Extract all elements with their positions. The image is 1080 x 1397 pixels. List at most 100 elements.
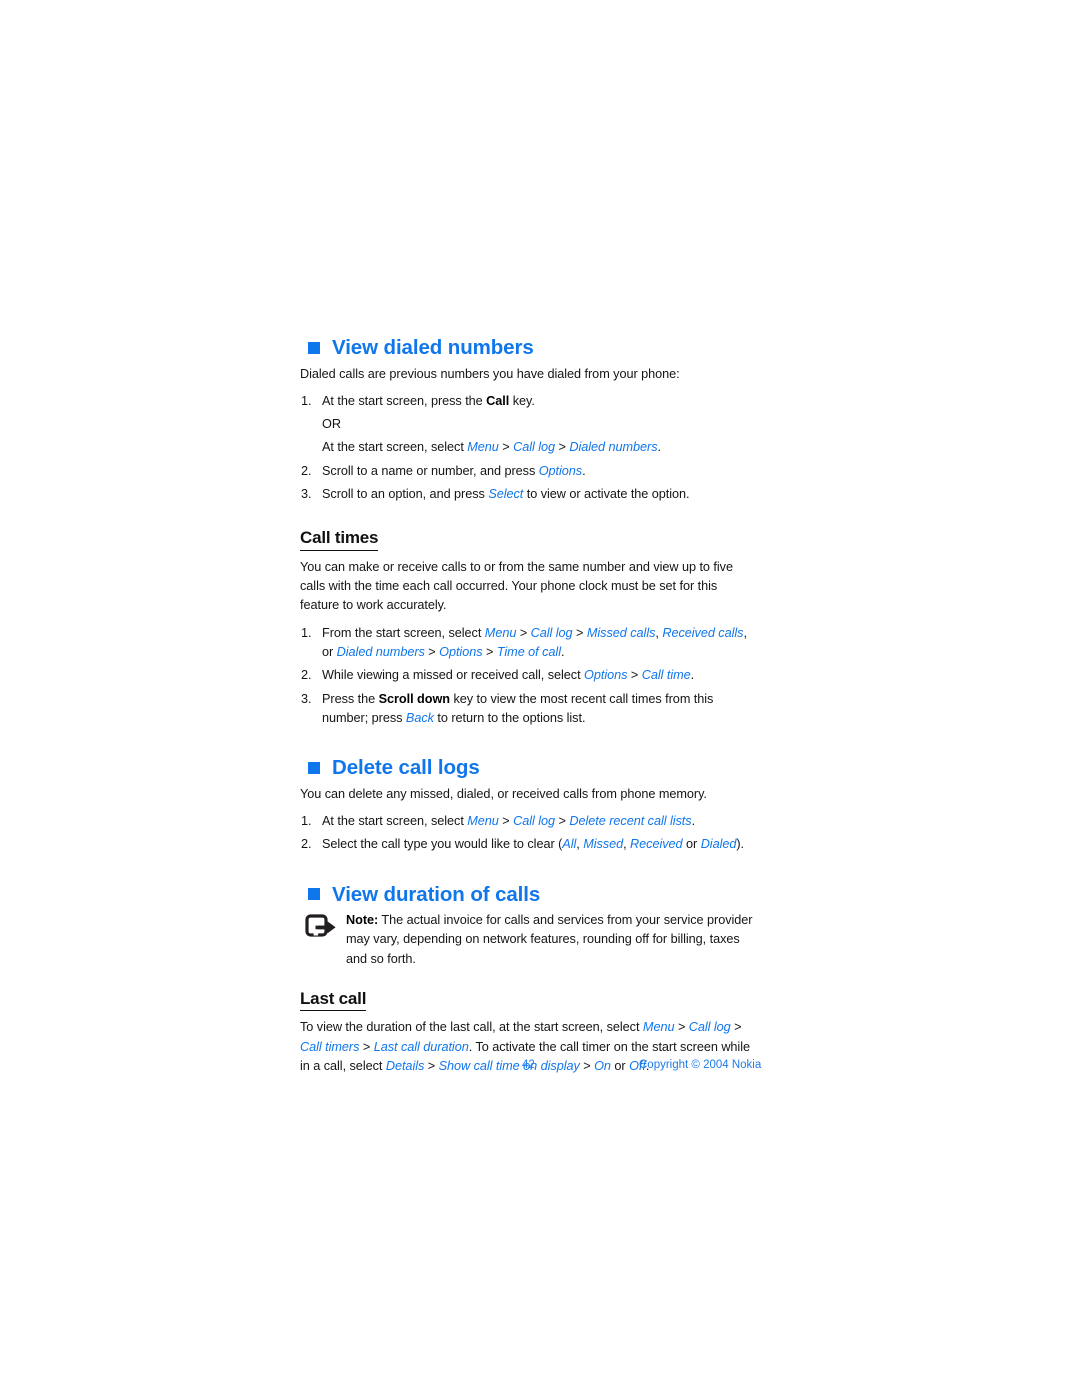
square-bullet-icon	[308, 888, 320, 901]
list-item: At the start screen, press the Call key.…	[300, 392, 758, 458]
step-text: While viewing a missed or received call,…	[322, 668, 585, 683]
step-text-tail: .	[582, 463, 586, 478]
menu-token: Back	[405, 710, 434, 725]
path-separator: >	[516, 625, 531, 640]
step-text-tail: to return to the options list.	[433, 710, 586, 725]
list-item: Scroll to a name or number, and press Op…	[300, 462, 758, 482]
step-text: At the start screen, select	[322, 440, 468, 455]
menu-token: Call time	[641, 668, 691, 683]
path-separator: >	[555, 813, 570, 828]
step-text: At the start screen, select	[322, 813, 468, 828]
section-heading-delete-call-logs: Delete call logs	[300, 756, 758, 780]
menu-token: Delete recent call lists	[569, 813, 692, 828]
section-heading-label: Delete call logs	[332, 756, 480, 780]
menu-token: Dialed	[700, 837, 737, 852]
copyright-notice: Copyright © 2004 Nokia	[639, 1059, 762, 1071]
list-item: Select the call type you would like to c…	[300, 835, 758, 855]
path-separator: >	[498, 440, 514, 455]
menu-token: Missed calls	[586, 625, 656, 640]
subsection-call-times: Call times You can make or receive calls…	[300, 528, 758, 728]
step-text: At the start screen, press the	[322, 393, 487, 408]
step-text: Select the call type you would like to c…	[322, 837, 563, 852]
intro-paragraph-call-times: You can make or receive calls to or from…	[300, 559, 733, 613]
step-text-tail: ).	[736, 837, 745, 852]
menu-token: Dialed numbers	[569, 440, 658, 455]
step-text: Scroll to a name or number, and press	[322, 463, 539, 478]
subsection-heading-call-times: Call times	[300, 528, 379, 551]
list-item: Press the Scroll down key to view the mo…	[300, 690, 758, 729]
intro-paragraph-delete-call-logs: You can delete any missed, dialed, or re…	[300, 786, 707, 801]
square-bullet-icon	[308, 761, 320, 774]
path-separator: >	[627, 668, 642, 683]
list-separator: ,	[623, 837, 631, 852]
alternate-path: At the start screen, select Menu > Call …	[322, 438, 758, 457]
steps-list-call-times: From the start screen, select Menu > Cal…	[300, 624, 758, 728]
document-page: View dialed numbers Dialed calls are pre…	[0, 0, 1080, 1397]
menu-token: Received calls	[662, 625, 744, 640]
list-item: From the start screen, select Menu > Cal…	[300, 624, 758, 663]
menu-token: Call log	[513, 813, 556, 828]
list-item: While viewing a missed or received call,…	[300, 666, 758, 686]
section-heading-label: View duration of calls	[332, 882, 541, 906]
step-text-tail: key.	[509, 393, 535, 408]
note-body-text: The actual invoice for calls and service…	[346, 913, 753, 966]
menu-token: Options	[439, 644, 483, 659]
key-label: Call	[486, 393, 510, 408]
menu-token: Menu	[467, 813, 499, 828]
path-separator: >	[482, 644, 497, 659]
page-footer: 42 Copyright © 2004 Nokia	[300, 1059, 770, 1079]
path-separator: >	[555, 440, 570, 455]
path-separator: >	[498, 813, 514, 828]
list-item: Scroll to an option, and press Select to…	[300, 485, 758, 505]
section-heading-view-dialed-numbers: View dialed numbers	[300, 336, 758, 360]
note-label: Note:	[346, 913, 379, 928]
step-text-tail: .	[560, 644, 565, 659]
menu-token: Menu	[642, 1020, 675, 1035]
conjunction: or	[682, 837, 701, 852]
menu-token: Dialed numbers	[336, 644, 425, 659]
menu-token: Missed	[583, 837, 624, 852]
note-arrow-icon	[305, 914, 337, 940]
menu-token: Menu	[484, 625, 517, 640]
menu-token: Last call duration	[373, 1039, 469, 1054]
menu-token: Select	[488, 487, 524, 502]
path-separator: >	[572, 625, 587, 640]
note-block: Note: The actual invoice for calls and s…	[300, 911, 758, 969]
step-text-tail: to view or activate the option.	[523, 487, 690, 502]
path-separator: >	[359, 1039, 374, 1054]
section-heading-view-duration-of-calls: View duration of calls	[300, 883, 758, 907]
section-heading-label: View dialed numbers	[332, 336, 534, 359]
step-text-tail: .	[691, 813, 696, 828]
step-text: Press the	[322, 691, 379, 706]
menu-token: All	[562, 837, 577, 852]
page-number: 42	[522, 1059, 535, 1071]
list-item: At the start screen, select Menu > Call …	[300, 812, 758, 832]
path-separator: >	[674, 1020, 689, 1035]
step-text-tail: .	[657, 440, 662, 455]
page-content: View dialed numbers Dialed calls are pre…	[300, 336, 758, 1084]
menu-token: Call log	[688, 1020, 731, 1035]
path-separator: >	[424, 644, 440, 659]
steps-list-view-dialed-numbers: At the start screen, press the Call key.…	[300, 392, 758, 505]
square-bullet-icon	[308, 341, 320, 354]
intro-paragraph-dialed-numbers: Dialed calls are previous numbers you ha…	[300, 366, 680, 381]
subsection-heading-last-call: Last call	[300, 989, 366, 1012]
menu-token: Menu	[467, 440, 499, 455]
step-text: From the start screen, select	[322, 625, 485, 640]
menu-token: Call timers	[300, 1039, 360, 1054]
path-separator: >	[730, 1020, 742, 1035]
menu-token: Call log	[530, 625, 573, 640]
or-divider: OR	[322, 417, 341, 432]
key-label: Scroll down	[378, 691, 450, 706]
note-text: Note: The actual invoice for calls and s…	[346, 911, 758, 969]
menu-token: Time of call	[496, 644, 561, 659]
menu-token: Options	[538, 463, 583, 478]
menu-token: Received	[630, 837, 683, 852]
step-text: Scroll to an option, and press	[322, 487, 489, 502]
step-text-tail: .	[690, 668, 695, 683]
steps-list-delete-call-logs: At the start screen, select Menu > Call …	[300, 812, 758, 855]
